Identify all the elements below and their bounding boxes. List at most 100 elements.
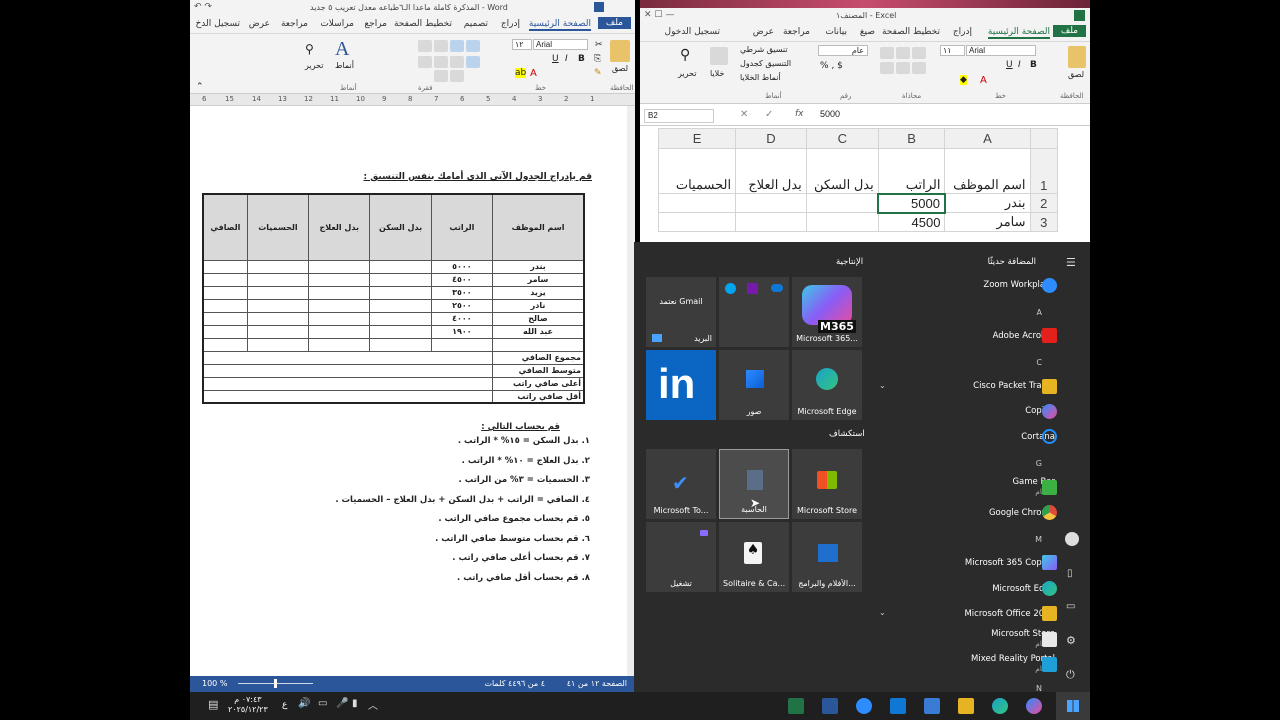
store-taskbar-icon[interactable] (924, 698, 940, 714)
tab-home[interactable]: الصفحة الرئيسية (528, 19, 591, 31)
bullets-icon[interactable] (418, 40, 432, 52)
status-words[interactable]: ٤ من ٤٤٩٦ كلمات (484, 679, 545, 688)
zoom-taskbar-icon[interactable] (856, 698, 872, 714)
find-icon[interactable]: ⚲ (305, 42, 314, 56)
tab-view[interactable]: عرض (249, 19, 270, 29)
borders-icon[interactable] (450, 70, 464, 82)
microphone-icon[interactable]: 🎤 (336, 698, 348, 709)
formula-input[interactable]: 5000 (820, 109, 840, 119)
edge-taskbar-icon[interactable] (992, 698, 1008, 714)
copy-icon[interactable]: ⎘ (594, 54, 601, 64)
shading-icon[interactable] (434, 70, 448, 82)
justify-icon[interactable] (466, 56, 480, 68)
battery-icon[interactable]: ▮ (352, 698, 358, 709)
word-taskbar-icon[interactable] (822, 698, 838, 714)
row-header[interactable]: 3 (1029, 212, 1059, 232)
cells-icon[interactable] (710, 47, 728, 65)
documents-icon[interactable]: ▯ (1067, 568, 1073, 579)
tile-microsoft-todo[interactable]: ✔ Microsoft To... (646, 449, 716, 519)
name-box[interactable]: B2 (644, 109, 714, 123)
tile-microsoft-store[interactable]: Microsoft Store (792, 449, 862, 519)
zoom-slider-thumb[interactable] (274, 679, 277, 688)
cell[interactable] (657, 212, 737, 232)
power-icon[interactable]: ⏻ (1066, 668, 1075, 682)
letter-header[interactable]: G (1036, 459, 1042, 468)
cell[interactable]: 4500 (877, 212, 946, 232)
fill-color-icon[interactable]: ◆ (960, 75, 967, 85)
underline-button[interactable]: U (552, 54, 559, 64)
multilevel-icon[interactable] (450, 40, 464, 52)
column-header[interactable]: B (877, 128, 946, 149)
tab-layout[interactable]: تخطيط الصفحة (394, 19, 452, 29)
indent-icon[interactable] (466, 40, 480, 52)
tile-mail[interactable]: نعتمد Gmail البريد (646, 277, 716, 347)
enter-icon[interactable]: ✓ (765, 109, 773, 120)
tab-formulas[interactable]: صيغ (860, 27, 875, 37)
format-painter-icon[interactable]: ✎ (594, 68, 602, 78)
sign-in-link[interactable]: تسجيل الدخ (195, 19, 240, 29)
cell[interactable]: سامر (944, 212, 1031, 232)
align-left-icon[interactable] (418, 56, 432, 68)
cut-icon[interactable]: ✂ (595, 40, 603, 50)
tab-home[interactable]: الصفحة الرئيسية (987, 27, 1050, 39)
chevron-down-icon[interactable]: ⌄ (879, 608, 886, 617)
tab-references[interactable]: مراجع (364, 19, 387, 29)
sign-in-link[interactable]: تسجيل الدخول (665, 27, 720, 37)
user-avatar[interactable] (1065, 532, 1079, 546)
notification-icon[interactable]: ▤ (208, 698, 218, 711)
cell-styles-button[interactable]: أنماط الخلايا (740, 73, 781, 82)
column-header[interactable]: C (805, 128, 879, 149)
undo-icon[interactable]: ↶ ↷ (194, 2, 212, 12)
column-header[interactable]: A (944, 128, 1031, 149)
styles-icon[interactable]: A (335, 38, 349, 61)
numbering-icon[interactable] (434, 40, 448, 52)
font-color-icon[interactable]: A (530, 68, 537, 79)
merge-icon[interactable] (912, 62, 926, 74)
tab-page-layout[interactable]: تخطيط الصفحة (882, 27, 940, 37)
cell[interactable]: الحسميات (657, 148, 737, 194)
tile-play[interactable]: تشغيل (646, 522, 716, 592)
zoom-level[interactable]: 100 % (202, 679, 227, 688)
wrap-text-icon[interactable] (912, 47, 926, 59)
tab-insert[interactable]: إدراج (501, 19, 520, 29)
letter-header[interactable]: M (1035, 535, 1042, 544)
percent-icon[interactable]: % ‚ $ (820, 61, 843, 71)
underline-button[interactable]: U (1006, 60, 1013, 70)
worksheet-grid[interactable]: E D C B A الحسميات بدل العلاج بدل السكن … (657, 128, 1059, 232)
cancel-icon[interactable]: ✕ (740, 109, 748, 120)
status-page[interactable]: الصفحة ١٢ من ٤١ (567, 679, 627, 688)
conditional-formatting-button[interactable]: تنسيق شرطي (740, 45, 788, 54)
tile-movies-tv[interactable]: الأفلام والبرامج... (792, 522, 862, 592)
cell[interactable] (657, 193, 737, 213)
font-size-select[interactable]: ١١ (940, 45, 965, 56)
copilot-taskbar-icon[interactable] (1026, 698, 1042, 714)
tile-office-apps[interactable] (719, 277, 789, 347)
group-explore-label[interactable]: استكشاف (829, 429, 865, 439)
window-controls-icon[interactable]: ✕ ☐ — (644, 10, 674, 20)
cell[interactable]: اسم الموظف (944, 148, 1031, 194)
align-top-icon[interactable] (880, 47, 894, 59)
bold-button[interactable]: B (578, 54, 585, 64)
tile-linkedin[interactable]: in (646, 350, 716, 420)
font-size-select[interactable]: ١٢ (512, 39, 532, 50)
number-format-select[interactable]: عام (818, 45, 868, 56)
row-header[interactable]: 1 (1029, 148, 1059, 194)
tab-design[interactable]: تصميم (464, 19, 488, 29)
tab-review[interactable]: مراجعة (281, 19, 308, 29)
clock[interactable]: ٠٧:٤٣ م ٢٠٢٥/١٢/٢٣ (228, 695, 268, 715)
file-explorer-icon[interactable] (958, 698, 974, 714)
group-productivity-label[interactable]: الإنتاجية (836, 257, 863, 267)
chevron-down-icon[interactable]: ⌄ (879, 381, 886, 390)
tile-solitaire[interactable]: ♠ Solitaire & Ca... (719, 522, 789, 592)
cell[interactable] (805, 193, 879, 213)
tab-insert[interactable]: إدراج (953, 27, 972, 37)
align-left-icon[interactable] (880, 62, 894, 74)
cell[interactable] (805, 212, 879, 232)
mail-taskbar-icon[interactable] (890, 698, 906, 714)
italic-button[interactable]: I (1018, 60, 1021, 70)
paste-icon[interactable] (610, 40, 630, 62)
language-indicator[interactable]: ع (282, 700, 287, 710)
function-icon[interactable]: fx (795, 109, 804, 119)
bold-button[interactable]: B (1030, 60, 1037, 70)
font-color-icon[interactable]: A (980, 75, 987, 86)
